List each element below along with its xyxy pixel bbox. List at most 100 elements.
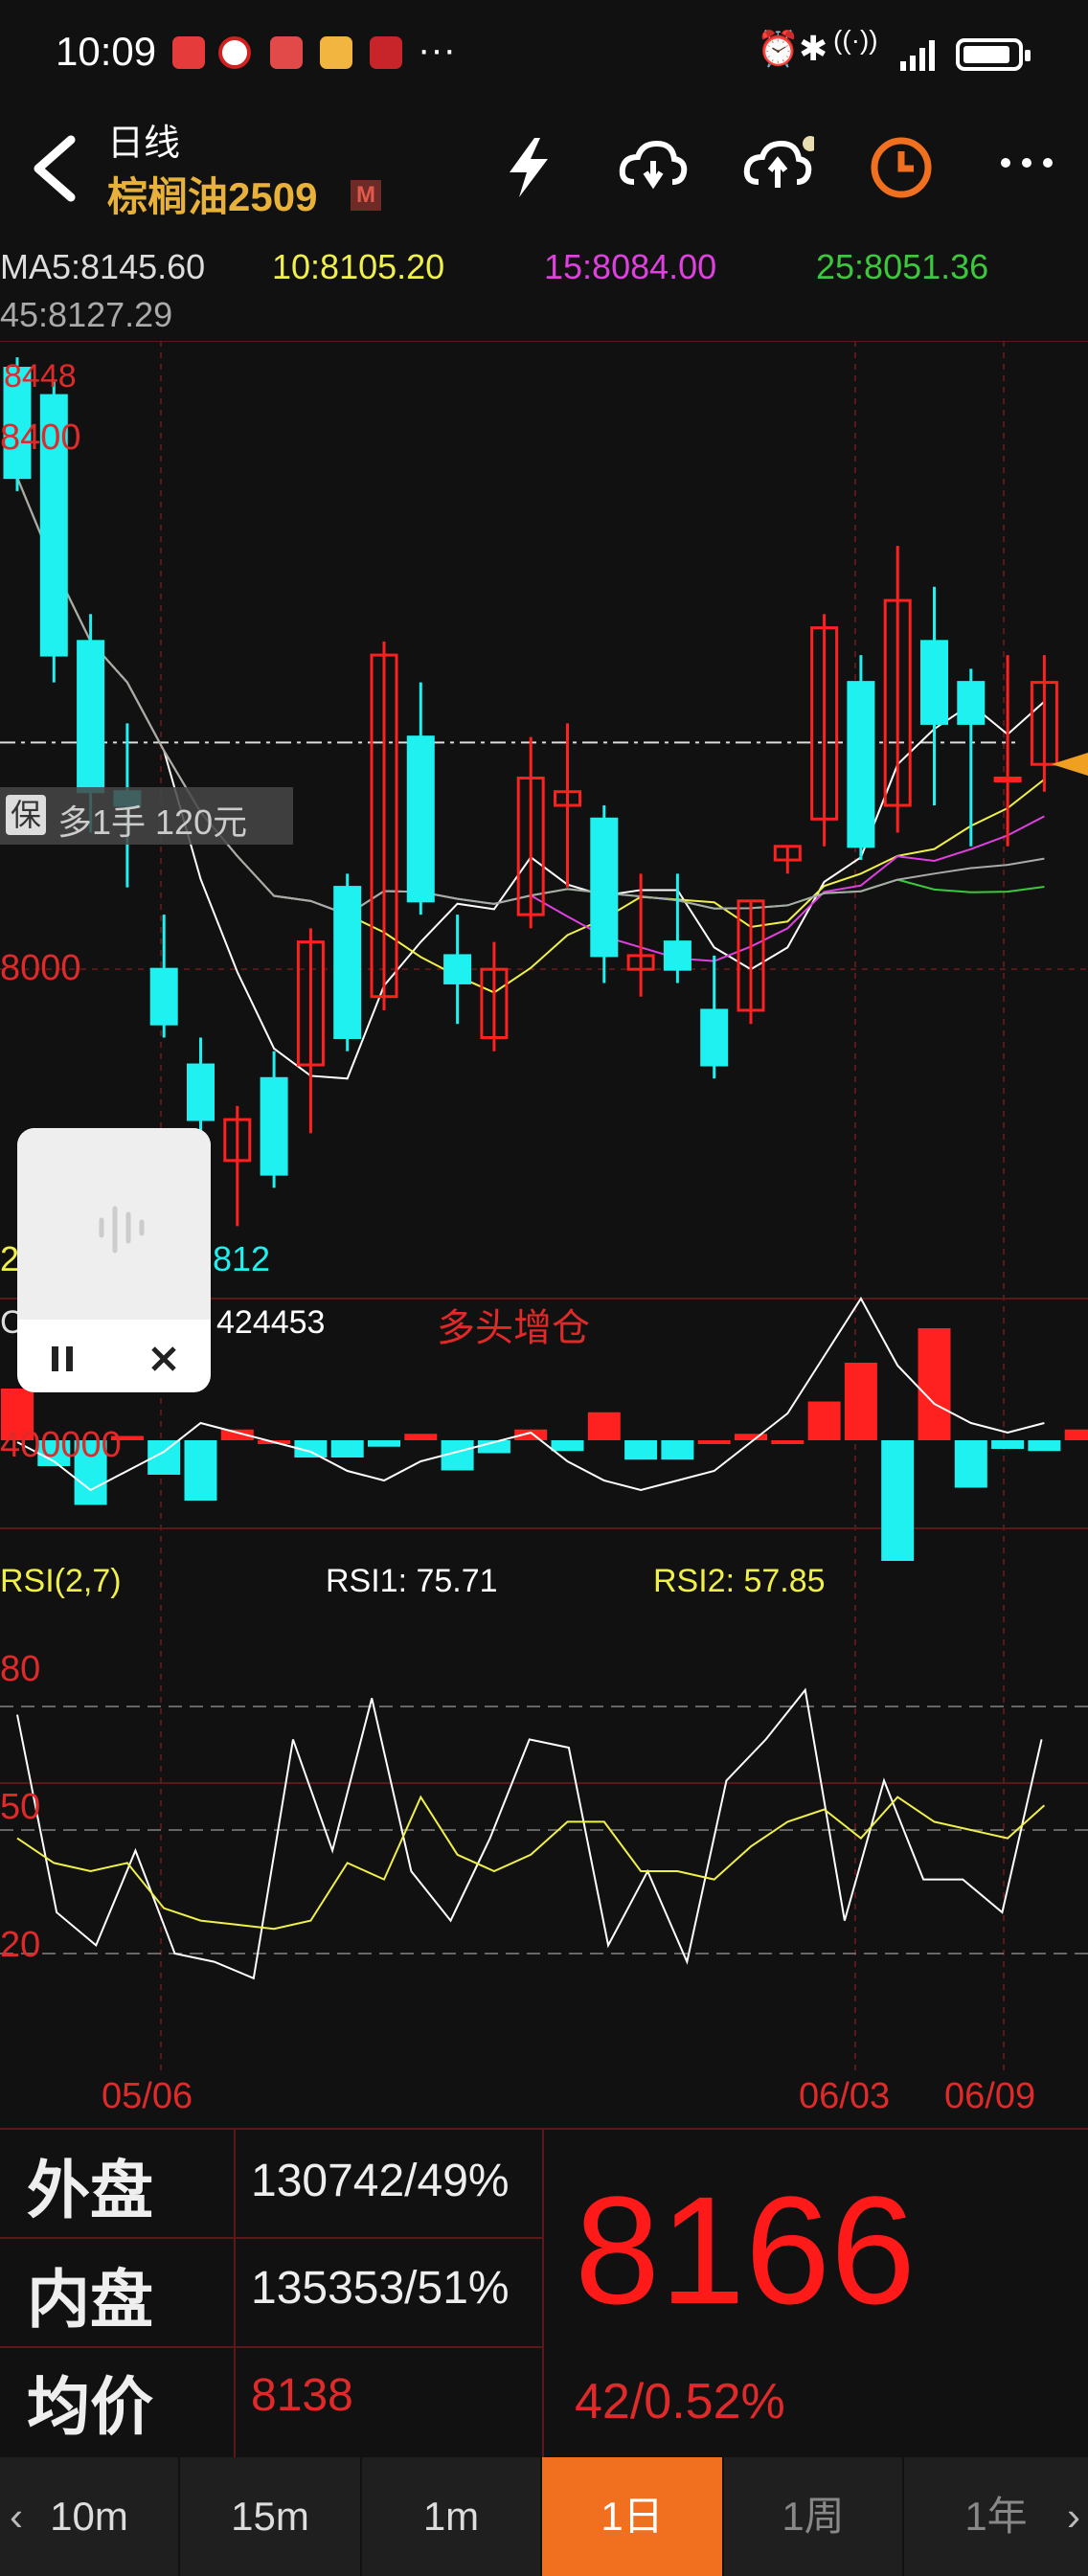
candle-body	[590, 817, 619, 958]
period-tabs: ‹ 10m 15m 1m 1日 1周 1年 ›	[0, 2457, 1088, 2576]
cloud-upload-icon[interactable]	[741, 134, 818, 201]
avg-value: 8138	[251, 2370, 353, 2421]
cloud-download-icon[interactable]	[617, 134, 688, 201]
candle-body	[260, 1076, 288, 1176]
candle-body	[920, 640, 948, 725]
back-icon[interactable]	[25, 130, 82, 207]
status-bar: 10:09 ··· ⏰ ✱ ((·))	[0, 0, 1088, 105]
volume-signal: 多头增仓	[437, 1307, 590, 1349]
volume-bar	[771, 1440, 805, 1444]
position-text: 多1手 120元	[57, 802, 248, 842]
candle-body	[77, 640, 105, 794]
volume-bar	[330, 1440, 364, 1457]
market-badge: M	[351, 180, 381, 211]
battery-icon	[956, 38, 1031, 71]
wifi-icon: ((·))	[833, 25, 878, 55]
candle-body	[187, 1063, 215, 1121]
current-price-marker	[1052, 753, 1088, 776]
chevron-right-icon[interactable]: ›	[1067, 2457, 1080, 2576]
volume-value: 424453	[216, 1304, 326, 1341]
ma15-legend: 15:8084.00	[544, 247, 717, 286]
lightning-icon[interactable]	[496, 134, 563, 201]
rsi2-value: RSI2: 57.85	[653, 1563, 826, 1599]
price-high-label: 8448	[4, 358, 77, 395]
rsi-title: RSI(2,7)	[0, 1563, 122, 1599]
candle-body	[847, 681, 875, 848]
volume-bar	[661, 1440, 694, 1460]
tab-15m[interactable]: 15m	[180, 2457, 362, 2576]
rsi1-line	[16, 1687, 1043, 1980]
inner-label: 内盘	[27, 2264, 153, 2335]
price-low-value: 812	[213, 1239, 271, 1278]
rsi1-value: RSI1: 75.71	[326, 1563, 498, 1599]
notification-icon	[370, 36, 402, 69]
candle-body	[663, 940, 691, 971]
volume-bar	[881, 1440, 915, 1561]
notification-icon	[320, 36, 352, 69]
close-icon[interactable]	[149, 1344, 178, 1373]
volume-bar	[624, 1440, 658, 1460]
date-label: 05/06	[102, 2076, 193, 2116]
volume-bar	[368, 1440, 400, 1447]
price-8400-label: 8400	[0, 418, 81, 458]
rsi2-line	[16, 1795, 1046, 1931]
notification-icon	[218, 36, 251, 69]
volume-bar	[184, 1440, 217, 1501]
volume-bar	[735, 1434, 767, 1440]
tab-1w[interactable]: 1周	[724, 2457, 904, 2576]
voice-widget[interactable]	[17, 1128, 211, 1392]
hold-tag: 保	[6, 795, 46, 835]
candle-body	[700, 1008, 729, 1067]
volume-bar	[404, 1434, 438, 1440]
ma5-legend: MA5:8145.60	[0, 247, 206, 286]
rsi-level-20: 20	[0, 1925, 41, 1965]
rsi-level-50: 50	[0, 1787, 41, 1827]
signal-icon	[900, 40, 942, 71]
chevron-left-icon[interactable]: ‹	[10, 2457, 23, 2576]
volume-bar	[918, 1328, 951, 1440]
tab-1y[interactable]: 1年 ›	[904, 2457, 1088, 2576]
price-change: 42/0.52%	[575, 2374, 785, 2429]
volume-bar	[954, 1440, 987, 1488]
date-label: 06/09	[944, 2076, 1036, 2116]
notification-icon	[270, 36, 303, 69]
inner-value: 135353/51%	[251, 2263, 510, 2314]
price-8000-label: 8000	[0, 948, 81, 988]
avg-label: 均价	[27, 2371, 153, 2442]
more-icon[interactable]	[996, 153, 1063, 220]
volume-bar	[1028, 1440, 1061, 1452]
notification-icon	[172, 36, 205, 69]
clock-icon[interactable]	[868, 134, 935, 201]
candle-body	[333, 886, 362, 1040]
alarm-icon: ⏰	[757, 29, 800, 68]
rsi-level-80: 80	[0, 1649, 41, 1689]
outer-value: 130742/49%	[251, 2156, 510, 2206]
tab-10m[interactable]: ‹ 10m	[0, 2457, 180, 2576]
outer-label: 外盘	[27, 2155, 153, 2226]
status-time: 10:09	[56, 29, 157, 74]
volume-bar	[807, 1401, 841, 1440]
quote-panel	[0, 2128, 1088, 2461]
tab-1d[interactable]: 1日	[542, 2457, 724, 2576]
contract-name[interactable]: 棕榈油2509	[107, 165, 317, 223]
volume-bar	[991, 1440, 1025, 1449]
volume-bar	[697, 1440, 731, 1444]
candle-body	[406, 735, 435, 903]
position-badge[interactable]: 保 多1手 120元	[0, 787, 293, 845]
candle-body	[443, 954, 472, 984]
tab-1m[interactable]: 1m	[362, 2457, 542, 2576]
bluetooth-icon: ✱	[799, 29, 828, 68]
candle-body	[149, 967, 178, 1026]
last-price: 8166	[575, 2164, 916, 2336]
voice-wave-icon	[99, 1206, 145, 1254]
ma45-legend: 45:8127.29	[0, 295, 173, 334]
more-notifications-icon: ···	[418, 29, 456, 71]
candle-body	[957, 681, 986, 725]
ma10-legend: 10:8105.20	[272, 247, 445, 286]
date-label: 06/03	[799, 2076, 891, 2116]
candle-body	[993, 776, 1022, 782]
pause-icon[interactable]	[48, 1344, 77, 1373]
volume-bar	[551, 1440, 584, 1452]
volume-bar	[1064, 1429, 1088, 1440]
volume-bar	[587, 1412, 621, 1440]
